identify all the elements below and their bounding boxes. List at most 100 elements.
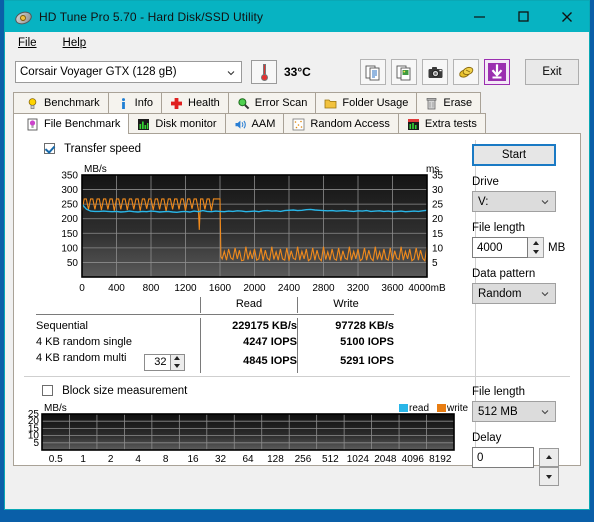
svg-text:1600: 1600 bbox=[209, 283, 232, 294]
minimize-button[interactable] bbox=[457, 1, 501, 32]
maximize-button[interactable] bbox=[501, 1, 545, 32]
tab-row-secondary: File Benchmark Disk monitor AAM Random A… bbox=[13, 113, 581, 134]
queue-depth-stepper[interactable]: 32 bbox=[143, 353, 185, 371]
transfer-speed-row[interactable]: Transfer speed bbox=[44, 143, 141, 155]
svg-text:10: 10 bbox=[432, 243, 444, 254]
window-title: HD Tune Pro 5.70 - Hard Disk/SSD Utility bbox=[39, 9, 264, 24]
tab-folder-usage-label: Folder Usage bbox=[342, 97, 409, 109]
row-random-multi-write: 5291 IOPS bbox=[297, 350, 394, 373]
tab-benchmark-label: Benchmark bbox=[44, 97, 100, 109]
panel-divider-horizontal bbox=[24, 376, 570, 377]
tab-info[interactable]: Info bbox=[107, 92, 162, 113]
close-button[interactable] bbox=[545, 1, 589, 32]
block-size-checkbox[interactable] bbox=[42, 385, 53, 396]
tab-extra-tests[interactable]: Extra tests bbox=[397, 113, 486, 134]
file-length-label-top: File length bbox=[472, 222, 526, 234]
data-pattern-combo[interactable]: Random bbox=[472, 283, 556, 304]
svg-text:2400: 2400 bbox=[278, 283, 301, 294]
svg-text:1024: 1024 bbox=[347, 454, 370, 464]
chart-ylabel: MB/s bbox=[84, 164, 107, 175]
tab-folder-usage[interactable]: Folder Usage bbox=[315, 92, 418, 113]
table-row: 4 KB random single 4247 IOPS 5100 IOPS bbox=[36, 334, 394, 350]
block-size-row[interactable]: Block size measurement bbox=[42, 385, 187, 397]
tab-aam[interactable]: AAM bbox=[224, 113, 285, 134]
tab-erase[interactable]: Erase bbox=[416, 92, 482, 113]
drive-combo[interactable]: V: bbox=[472, 191, 556, 212]
chart-yticks-right: 5 10 15 20 25 30 35 bbox=[432, 171, 444, 269]
menu-help[interactable]: Help bbox=[60, 35, 90, 51]
start-button[interactable]: Start bbox=[472, 144, 556, 166]
svg-text:300: 300 bbox=[61, 185, 78, 196]
tab-health[interactable]: Health bbox=[161, 92, 229, 113]
copy-image-icon[interactable] bbox=[391, 59, 417, 85]
file-length-stepper-top[interactable] bbox=[528, 237, 544, 258]
hard-disk-icon bbox=[13, 8, 34, 27]
svg-text:8: 8 bbox=[163, 454, 169, 464]
queue-depth-value: 32 bbox=[154, 356, 167, 368]
title-bar: HD Tune Pro 5.70 - Hard Disk/SSD Utility bbox=[5, 1, 589, 32]
svg-text:800: 800 bbox=[143, 283, 160, 294]
chevron-down-icon bbox=[227, 71, 235, 76]
file-length-input-top[interactable]: 4000 bbox=[472, 237, 528, 258]
row-random-single-label: 4 KB random single bbox=[36, 336, 132, 348]
speaker-icon bbox=[235, 120, 246, 129]
menu-file[interactable]: File bbox=[15, 35, 40, 51]
drive-field-label: Drive bbox=[472, 176, 499, 188]
copy-text-icon[interactable] bbox=[360, 59, 386, 85]
stepper-down-icon[interactable] bbox=[532, 250, 539, 255]
stepper-down-icon[interactable] bbox=[546, 474, 552, 479]
file-length-field-top[interactable]: 4000 MB bbox=[472, 237, 576, 258]
block-size-chart: MB/s 510152025 0.5 1 2 4 8 16 32 64 128 256 512 102… bbox=[28, 403, 469, 464]
delay-label: Delay bbox=[472, 432, 502, 444]
chevron-down-icon bbox=[541, 292, 549, 297]
chevron-down-icon bbox=[541, 200, 549, 205]
th-blank bbox=[36, 297, 201, 313]
svg-text:25: 25 bbox=[28, 409, 40, 420]
row-sequential-write: 97728 KB/s bbox=[297, 318, 394, 334]
delay-stepper-down[interactable] bbox=[539, 467, 559, 486]
svg-text:64: 64 bbox=[242, 454, 254, 464]
tab-error-scan[interactable]: Error Scan bbox=[227, 92, 317, 113]
drive-select[interactable]: Corsair Voyager GTX (128 gB) bbox=[15, 61, 242, 83]
exit-button-label: Exit bbox=[542, 66, 562, 78]
svg-text:0: 0 bbox=[79, 283, 85, 294]
svg-text:256: 256 bbox=[295, 454, 312, 464]
tab-error-scan-label: Error Scan bbox=[254, 97, 308, 109]
random-access-icon bbox=[292, 118, 305, 130]
stepper-up-icon[interactable] bbox=[174, 356, 181, 361]
svg-text:25: 25 bbox=[432, 200, 444, 211]
stepper-up-icon[interactable] bbox=[532, 240, 539, 245]
data-pattern-value: Random bbox=[478, 287, 522, 300]
block-yticks: 510152025 bbox=[28, 409, 40, 449]
stepper-up-icon[interactable] bbox=[546, 455, 552, 459]
coins-icon[interactable] bbox=[453, 59, 479, 85]
svg-text:4000mB: 4000mB bbox=[408, 283, 446, 294]
queue-depth-arrows[interactable] bbox=[169, 354, 184, 370]
tab-row-primary: Benchmark Info Health Error Scan Folder … bbox=[13, 92, 581, 113]
temperature-value: 33°C bbox=[284, 65, 311, 79]
transfer-speed-checkbox[interactable] bbox=[44, 143, 55, 154]
svg-text:35: 35 bbox=[432, 171, 444, 182]
tab-random-access[interactable]: Random Access bbox=[283, 113, 399, 134]
file-length-combo-bottom[interactable]: 512 MB bbox=[472, 401, 556, 422]
delay-input[interactable]: 0 bbox=[472, 447, 534, 468]
exit-button[interactable]: Exit bbox=[525, 59, 579, 85]
svg-text:1200: 1200 bbox=[174, 283, 197, 294]
tab-disk-monitor[interactable]: Disk monitor bbox=[128, 113, 226, 134]
tab-file-benchmark[interactable]: File Benchmark bbox=[13, 113, 130, 134]
delay-stepper[interactable] bbox=[539, 448, 559, 467]
svg-text:100: 100 bbox=[61, 243, 78, 254]
tab-erase-label: Erase bbox=[443, 97, 473, 109]
row-sequential-read: 229175 KB/s bbox=[200, 318, 298, 334]
tab-benchmark[interactable]: Benchmark bbox=[13, 92, 109, 113]
start-button-label: Start bbox=[501, 149, 527, 161]
screenshot-camera-icon[interactable] bbox=[422, 59, 448, 85]
drive-combo-value: V: bbox=[478, 195, 489, 208]
svg-text:350: 350 bbox=[61, 171, 78, 182]
svg-text:20: 20 bbox=[432, 214, 444, 225]
file-length-label-bottom: File length bbox=[472, 386, 526, 398]
delay-field[interactable]: 0 bbox=[472, 447, 576, 468]
download-arrow-icon[interactable] bbox=[484, 59, 510, 85]
menu-bar: File Help bbox=[5, 32, 589, 54]
stepper-down-icon[interactable] bbox=[174, 363, 181, 368]
